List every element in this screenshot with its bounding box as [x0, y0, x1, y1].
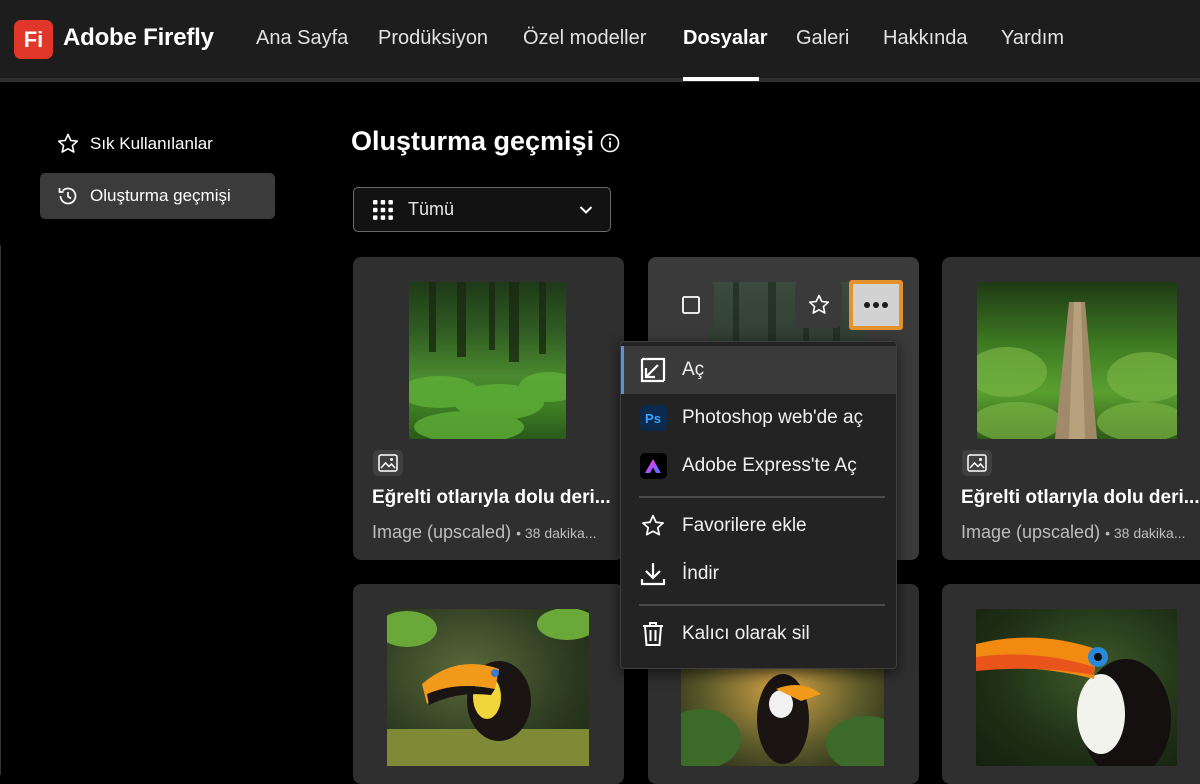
card-meta: Image (upscaled) • 38 dakika... [372, 522, 596, 543]
image-thumbnail[interactable] [377, 608, 597, 766]
nav-item-dosyalar[interactable]: Dosyalar [683, 27, 768, 50]
trash-icon [639, 620, 667, 648]
menu-item-open-photoshop[interactable]: Ps Photoshop web'de aç [621, 394, 896, 442]
nav-item-produksiyon[interactable]: Prodüksiyon [378, 27, 488, 50]
toucan-image [976, 637, 1171, 779]
menu-item-download[interactable]: İndir [621, 550, 896, 598]
image-thumbnail[interactable] [976, 609, 1177, 779]
toucan-image [377, 608, 597, 766]
firefly-logo[interactable]: Fi [14, 20, 53, 59]
page-title: Oluşturma geçmişi [351, 126, 595, 156]
fern-forest-log-image [967, 302, 1187, 442]
photoshop-icon: Ps [639, 404, 667, 432]
image-card[interactable] [942, 584, 1200, 784]
chevron-down-icon [579, 206, 593, 214]
nav-item-yardim[interactable]: Yardım [1001, 27, 1064, 50]
card-meta: Image (upscaled) • 38 dakika... [961, 522, 1185, 543]
adobe-express-icon [639, 452, 667, 480]
card-type: Image (upscaled) [961, 522, 1101, 542]
sidebar-item-label: Oluşturma geçmişi [90, 186, 231, 205]
menu-item-label: Kalıcı olarak sil [682, 623, 810, 644]
menu-item-delete[interactable]: Kalıcı olarak sil [621, 610, 896, 658]
sidebar-item-history[interactable]: Oluşturma geçmişi [40, 173, 275, 219]
menu-item-label: İndir [682, 563, 719, 584]
more-options-button[interactable] [849, 280, 903, 330]
download-icon [639, 560, 667, 588]
image-card[interactable]: Eğrelti otlarıyla dolu deri... Image (up… [942, 257, 1200, 560]
fern-forest-image [399, 282, 579, 443]
select-checkbox[interactable] [667, 281, 714, 328]
nav-item-hakkinda[interactable]: Hakkında [883, 27, 968, 50]
image-card[interactable]: Eğrelti otlarıyla dolu deri... Image (up… [353, 257, 624, 560]
image-type-icon [373, 450, 403, 476]
menu-divider [639, 496, 885, 498]
menu-item-label: Adobe Express'te Aç [682, 455, 857, 476]
image-thumbnail[interactable] [967, 282, 1187, 442]
card-title: Eğrelti otlarıyla dolu deri... [961, 487, 1200, 508]
image-type-icon [962, 450, 992, 476]
more-icon [864, 302, 888, 308]
sidebar-item-label: Sık Kullanılanlar [90, 134, 213, 153]
menu-item-open-express[interactable]: Adobe Express'te Aç [621, 442, 896, 490]
menu-item-label: Aç [682, 359, 705, 380]
nav-item-ozel-modeller[interactable]: Özel modeller [523, 27, 646, 50]
menu-divider [639, 604, 885, 606]
info-icon[interactable] [600, 133, 620, 153]
menu-item-label: Photoshop web'de aç [682, 407, 864, 428]
image-thumbnail[interactable] [399, 282, 579, 443]
nav-item-galeri[interactable]: Galeri [796, 27, 849, 50]
card-time: • 38 dakika... [1105, 525, 1186, 541]
star-icon [639, 512, 667, 540]
nav-item-ana-sayfa[interactable]: Ana Sayfa [256, 27, 348, 50]
sidebar-item-favorites[interactable]: Sık Kullanılanlar [40, 121, 275, 167]
sidebar-divider [0, 245, 1, 775]
star-icon [57, 133, 79, 153]
active-tab-indicator [683, 77, 759, 81]
history-icon [58, 187, 77, 205]
grid-icon [373, 199, 393, 220]
top-bar: Fi Adobe Firefly Ana Sayfa Prodüksiyon Ö… [0, 0, 1200, 82]
context-menu: Aç Ps Photoshop web'de aç Adobe Express'… [620, 341, 897, 669]
open-icon [639, 356, 667, 384]
star-icon [808, 294, 829, 314]
card-type: Image (upscaled) [372, 522, 512, 542]
card-time: • 38 dakika... [516, 525, 597, 541]
menu-item-label: Favorilere ekle [682, 515, 807, 536]
filter-dropdown[interactable]: Tümü [353, 187, 611, 232]
image-card[interactable] [353, 584, 624, 784]
app-name[interactable]: Adobe Firefly [63, 24, 214, 52]
filter-value: Tümü [408, 199, 455, 219]
card-title: Eğrelti otlarıyla dolu deri... [372, 487, 611, 508]
checkbox-icon [681, 295, 700, 314]
menu-item-add-favorite[interactable]: Favorilere ekle [621, 502, 896, 550]
menu-item-open[interactable]: Aç [621, 346, 896, 394]
favorite-button[interactable] [795, 281, 842, 328]
